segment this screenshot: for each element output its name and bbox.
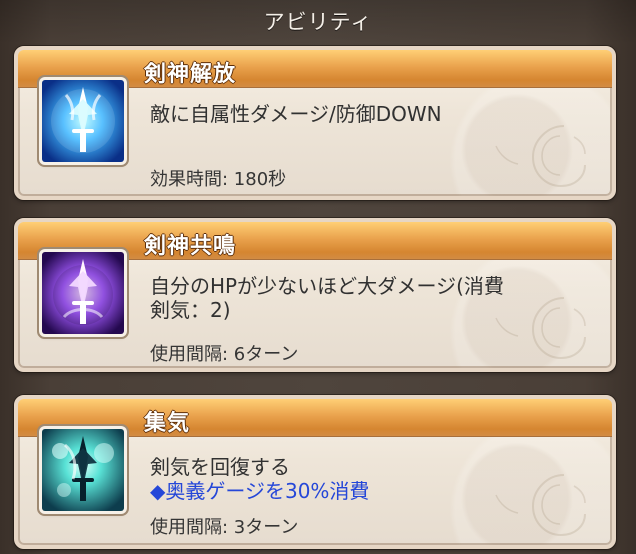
sword-spirit-teal-icon bbox=[42, 429, 124, 511]
ornament-icon bbox=[484, 286, 594, 368]
ability-meta: 使用間隔: 3ターン bbox=[150, 517, 299, 538]
page-title-text: アビリティ bbox=[263, 10, 373, 34]
ability-description: 敵に自属性ダメージ/防御DOWN bbox=[150, 102, 442, 126]
ability-card[interactable]: 剣神解放 敵に自属性ダメージ/防御DOWN 効果時間: 180秒 bbox=[14, 46, 616, 200]
ability-title: 集気 bbox=[144, 411, 191, 436]
ornament-icon bbox=[484, 114, 594, 196]
ability-title: 剣神解放 bbox=[144, 62, 237, 87]
sword-spirit-blue-icon bbox=[42, 80, 124, 162]
ability-meta: 使用間隔: 6ターン bbox=[150, 344, 299, 365]
sword-spirit-purple-icon bbox=[42, 252, 124, 334]
ability-card[interactable]: 剣神共鳴 自分のHPが少ないほど大ダメージ(消費 剣気：2) 使用間隔: 6ター… bbox=[14, 218, 616, 372]
ability-meta: 効果時間: 180秒 bbox=[150, 169, 287, 190]
ability-description: 剣気を回復する bbox=[150, 455, 290, 479]
ability-highlight: ◆奥義ゲージを30%消費 bbox=[150, 479, 370, 503]
page-title: アビリティ bbox=[0, 0, 636, 42]
ability-title: 剣神共鳴 bbox=[144, 234, 237, 259]
ornament-icon bbox=[484, 463, 594, 545]
ability-card[interactable]: 集気 剣気を回復する ◆奥義ゲージを30%消費 使用間隔: 3ターン bbox=[14, 395, 616, 549]
ability-description: 自分のHPが少ないほど大ダメージ(消費 剣気：2) bbox=[150, 274, 504, 322]
